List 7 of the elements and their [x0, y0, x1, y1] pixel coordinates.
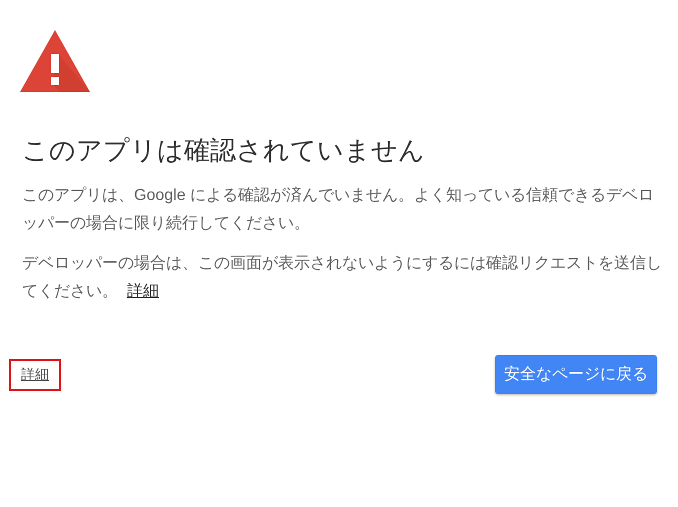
warning-icon: [20, 30, 90, 92]
back-to-safety-button[interactable]: 安全なページに戻る: [495, 355, 657, 394]
message-text: デベロッパーの場合は、この画面が表示されないようにするには確認リクエストを送信してください。 詳細: [22, 254, 662, 302]
page-title: このアプリは確認されていません: [22, 134, 426, 167]
details-link[interactable]: 詳細: [126, 283, 159, 300]
message-text: このアプリは、Google による確認が済んでいません。よく知っている信頼できるデベロッパーの場合に限り続行してください。: [22, 186, 656, 234]
details-link[interactable]: 詳細: [9, 358, 61, 390]
